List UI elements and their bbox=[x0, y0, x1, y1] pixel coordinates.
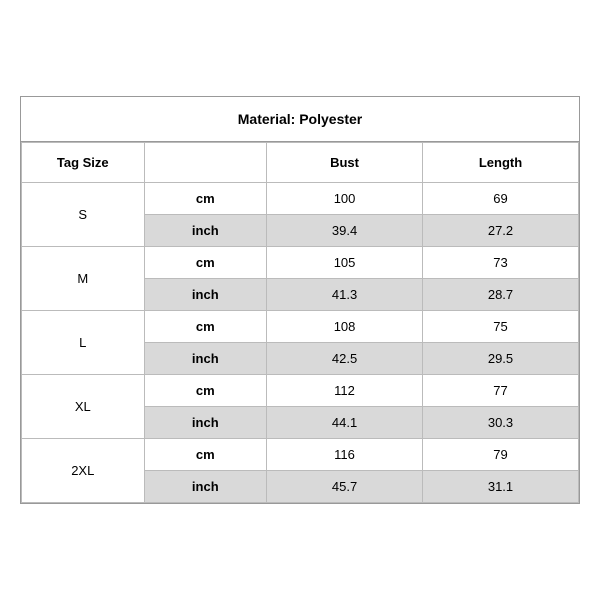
inch-length-cell: 30.3 bbox=[423, 407, 579, 439]
unit-inch-cell: inch bbox=[144, 343, 267, 375]
table-row: Lcm10875 bbox=[22, 311, 579, 343]
unit-cm-cell: cm bbox=[144, 375, 267, 407]
unit-inch-cell: inch bbox=[144, 215, 267, 247]
inch-bust-cell: 42.5 bbox=[267, 343, 423, 375]
cm-length-cell: 77 bbox=[423, 375, 579, 407]
unit-cm-cell: cm bbox=[144, 439, 267, 471]
inch-bust-cell: 45.7 bbox=[267, 471, 423, 503]
cm-length-cell: 79 bbox=[423, 439, 579, 471]
unit-inch-cell: inch bbox=[144, 279, 267, 311]
inch-bust-cell: 41.3 bbox=[267, 279, 423, 311]
inch-length-cell: 31.1 bbox=[423, 471, 579, 503]
header-length: Length bbox=[423, 143, 579, 183]
inch-bust-cell: 39.4 bbox=[267, 215, 423, 247]
header-bust: Bust bbox=[267, 143, 423, 183]
table-row: Mcm10573 bbox=[22, 247, 579, 279]
inch-length-cell: 29.5 bbox=[423, 343, 579, 375]
tag-cell: 2XL bbox=[22, 439, 145, 503]
size-table: Tag Size Bust Length Scm10069inch39.427.… bbox=[21, 142, 579, 503]
table-row: 2XLcm11679 bbox=[22, 439, 579, 471]
tag-cell: S bbox=[22, 183, 145, 247]
cm-bust-cell: 105 bbox=[267, 247, 423, 279]
header-unit bbox=[144, 143, 267, 183]
unit-inch-cell: inch bbox=[144, 407, 267, 439]
cm-bust-cell: 108 bbox=[267, 311, 423, 343]
unit-cm-cell: cm bbox=[144, 311, 267, 343]
tag-cell: L bbox=[22, 311, 145, 375]
size-chart-wrapper: Material: Polyester Tag Size Bust Length… bbox=[20, 96, 580, 504]
cm-length-cell: 75 bbox=[423, 311, 579, 343]
unit-cm-cell: cm bbox=[144, 183, 267, 215]
cm-bust-cell: 100 bbox=[267, 183, 423, 215]
tag-cell: XL bbox=[22, 375, 145, 439]
cm-bust-cell: 116 bbox=[267, 439, 423, 471]
cm-length-cell: 73 bbox=[423, 247, 579, 279]
cm-bust-cell: 112 bbox=[267, 375, 423, 407]
tag-cell: M bbox=[22, 247, 145, 311]
inch-length-cell: 28.7 bbox=[423, 279, 579, 311]
cm-length-cell: 69 bbox=[423, 183, 579, 215]
chart-title: Material: Polyester bbox=[21, 97, 579, 142]
inch-bust-cell: 44.1 bbox=[267, 407, 423, 439]
header-tag-size: Tag Size bbox=[22, 143, 145, 183]
inch-length-cell: 27.2 bbox=[423, 215, 579, 247]
unit-cm-cell: cm bbox=[144, 247, 267, 279]
unit-inch-cell: inch bbox=[144, 471, 267, 503]
table-row: XLcm11277 bbox=[22, 375, 579, 407]
table-row: Scm10069 bbox=[22, 183, 579, 215]
